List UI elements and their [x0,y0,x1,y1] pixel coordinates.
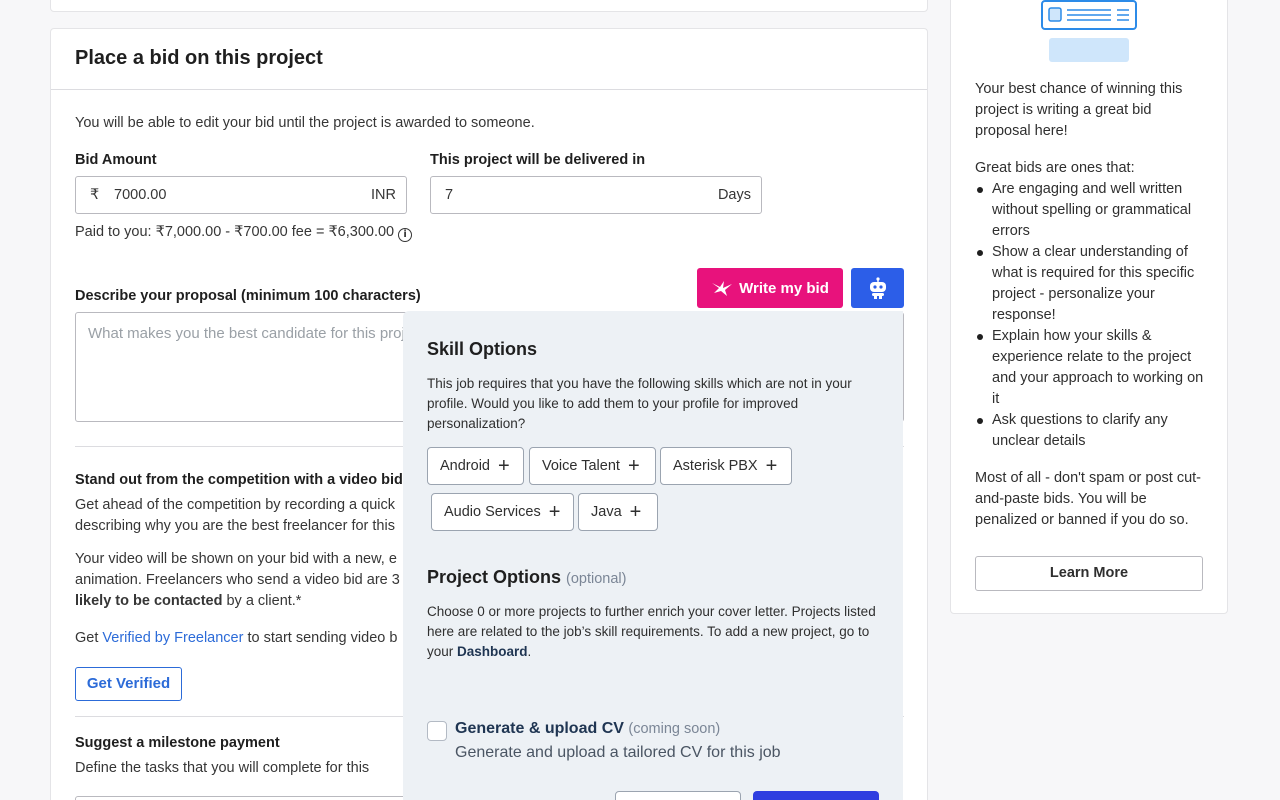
great-bids-heading: Great bids are ones that: [975,160,1135,176]
likely-contacted-emphasis: likely to be contacted [75,593,223,609]
sidebar-warning: Most of all - don't spam or post cut-and… [975,470,1201,528]
bid-amount-label: Bid Amount [75,152,157,168]
info-icon[interactable]: i [398,228,413,242]
tip-item: Ask questions to clarify any unclear det… [975,410,1211,452]
plus-icon: + [765,455,778,477]
skill-options-text: This job requires that you have the foll… [427,376,852,431]
bid-amount-input[interactable]: ₹ 7000.00 INR [75,176,407,214]
video-text-line: likely to be contacted by a client.* [75,591,301,612]
skill-chip-label: Voice Talent [542,458,620,474]
proposal-illustration [1041,0,1137,62]
proposal-label: Describe your proposal (minimum 100 char… [75,288,421,304]
skill-chip-voice-talent[interactable]: Voice Talent + [529,447,656,485]
proposal-placeholder: What makes you the best candidate for th… [88,325,405,342]
get-verified-button[interactable]: Get Verified [75,667,182,701]
skill-chip-label: Asterisk PBX [673,458,758,474]
video-text-line: Get ahead of the competition by recordin… [75,497,395,513]
plus-icon: + [497,455,510,477]
project-options-title: Project Options (optional) [427,567,626,588]
delivery-unit: Days [717,187,751,203]
skill-chip-audio-services[interactable]: Audio Services + [431,493,574,531]
sidebar-intro: Your best chance of winning this project… [975,81,1183,139]
tips-list: Are engaging and well written without sp… [975,179,1211,452]
bid-form-title: Place a bid on this project [75,47,323,69]
edit-note: You will be able to edit your bid until … [75,115,535,131]
verify-line: Get Verified by Freelancer to start send… [75,628,397,649]
generate-cv-description: Generate and upload a tailored CV for th… [455,744,781,761]
delivery-days-input[interactable]: 7 Days [430,176,762,214]
generate-cv-label: Generate & upload CV [455,720,624,737]
plus-icon: + [627,455,640,477]
skill-chip-java[interactable]: Java + [578,493,658,531]
bird-icon [712,281,733,296]
dashboard-link[interactable]: Dashboard [457,644,528,659]
robot-icon [869,277,886,299]
popover-secondary-button[interactable] [615,791,741,800]
skill-chip-label: Java [591,504,622,520]
currency-symbol: ₹ [90,187,100,203]
verified-by-freelancer-link[interactable]: Verified by Freelancer [102,630,243,646]
skill-chip-label: Android [440,458,490,474]
skill-chip-asterisk-pbx[interactable]: Asterisk PBX + [660,447,792,485]
previous-card [50,0,928,12]
popover-primary-button[interactable] [753,791,879,800]
video-text-line: animation. Freelancers who send a video … [75,572,400,588]
plus-icon: + [548,501,561,523]
paid-note: Paid to you: ₹7,000.00 - ₹700.00 fee = ₹… [75,224,395,240]
video-text-line: Your video will be shown on your bid wit… [75,551,397,567]
video-text-line: describing why you are the best freelanc… [75,518,395,534]
skill-options-popover: Skill Options This job requires that you… [403,311,903,800]
verify-prefix: Get [75,630,103,646]
paid-to-you: Paid to you: ₹7,000.00 - ₹700.00 fee = ₹… [75,222,413,243]
verify-suffix: to start sending video b [243,630,398,646]
milestone-heading: Suggest a milestone payment [75,735,280,751]
divider [51,89,927,90]
video-text-tail: by a client.* [222,593,302,609]
delivery-label: This project will be delivered in [430,152,646,168]
video-bid-heading: Stand out from the competition with a vi… [75,472,403,488]
tip-item: Show a clear understanding of what is re… [975,242,1211,326]
currency-code: INR [371,187,396,203]
generate-cv-title: Generate & upload CV (coming soon) [455,720,720,738]
plus-icon: + [629,501,642,523]
coming-soon-tag: (coming soon) [628,721,721,737]
skill-chip-android[interactable]: Android + [427,447,524,485]
tip-item: Are engaging and well written without sp… [975,179,1211,242]
project-options-text: Choose 0 or more projects to further enr… [427,602,877,662]
milestone-text: Define the tasks that you will complete … [75,760,370,776]
project-options-label: Project Options [427,567,562,587]
bid-tips-sidebar: Your best chance of winning this project… [950,0,1228,614]
skill-options-title: Skill Options [427,339,538,359]
delivery-value: 7 [445,187,454,203]
learn-more-button[interactable]: Learn More [975,556,1203,591]
write-my-bid-label: Write my bid [739,279,829,297]
generate-cv-checkbox[interactable] [427,721,447,741]
tip-item: Explain how your skills & experience rel… [975,326,1211,410]
ai-assistant-button[interactable] [851,268,904,308]
write-my-bid-button[interactable]: Write my bid [697,268,843,308]
period: . [527,644,532,659]
skill-chip-label: Audio Services [444,504,541,520]
optional-tag: (optional) [566,571,627,587]
bid-amount-value: 7000.00 [114,187,167,203]
